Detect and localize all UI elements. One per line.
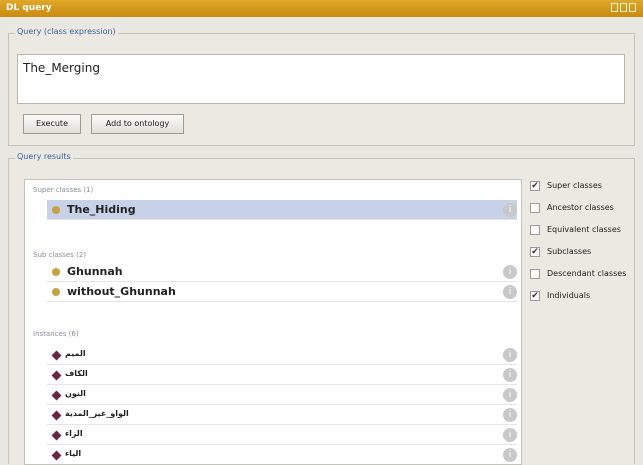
instance-label: الكاف [65, 369, 88, 378]
query-expression-input[interactable]: The_Merging [17, 54, 625, 104]
instance-label: الزاء [65, 429, 83, 438]
instance-diamond-icon [51, 370, 62, 381]
sub-class-label: without_Ghunnah [67, 285, 176, 298]
instance-diamond-icon [51, 430, 62, 441]
info-icon[interactable]: i [503, 368, 517, 382]
instance-diamond-icon [51, 410, 62, 421]
checkbox-checked[interactable]: ✔ [530, 291, 540, 301]
instance-label: النون [65, 389, 86, 398]
instance-label: الميم [65, 349, 86, 358]
info-icon[interactable]: i [503, 265, 517, 279]
checkbox-checked[interactable]: ✔ [530, 247, 540, 257]
results-panel: Query results Super classes (1) The_Hidi… [8, 152, 635, 465]
results-list: Super classes (1) The_Hiding i Sub class… [24, 179, 522, 465]
instance-row[interactable]: الياء i [47, 445, 517, 464]
info-icon[interactable]: i [503, 285, 517, 299]
info-icon[interactable]: i [503, 203, 517, 217]
option-label: Subclasses [547, 247, 592, 256]
info-icon[interactable]: i [503, 348, 517, 362]
checkbox[interactable] [530, 225, 540, 235]
instance-diamond-icon [51, 350, 62, 361]
class-circle-icon [52, 268, 60, 276]
option-label: Descendant classes [547, 269, 627, 278]
sub-class-row[interactable]: Ghunnah i [47, 262, 517, 282]
info-icon[interactable]: i [503, 408, 517, 422]
option-label: Ancestor classes [547, 203, 614, 212]
option-label: Super classes [547, 181, 602, 190]
query-panel-title: Query (class expression) [15, 27, 118, 36]
instances-heading: Instances (6) [33, 330, 79, 338]
checkbox-checked[interactable]: ✔ [530, 181, 540, 191]
maximize-icon[interactable] [620, 3, 627, 12]
window-titlebar: DL query [0, 0, 643, 17]
instance-diamond-icon [51, 390, 62, 401]
instance-diamond-icon [51, 450, 62, 461]
window-controls [611, 3, 637, 13]
class-circle-icon [52, 288, 60, 296]
instance-row[interactable]: الزاء i [47, 425, 517, 445]
info-icon[interactable]: i [503, 428, 517, 442]
info-icon[interactable]: i [503, 448, 517, 462]
option-equivalent-classes[interactable]: Equivalent classes [530, 224, 640, 238]
restore-icon[interactable] [611, 3, 618, 12]
option-label: Individuals [547, 291, 591, 300]
sub-class-label: Ghunnah [67, 265, 123, 278]
option-individuals[interactable]: ✔ Individuals [530, 290, 640, 304]
option-descendant-classes[interactable]: Descendant classes [530, 268, 640, 282]
option-super-classes[interactable]: ✔ Super classes [530, 180, 640, 194]
instance-label: الياء [65, 449, 82, 458]
option-label: Equivalent classes [547, 225, 621, 234]
instance-label: الواو_غير_المدية [65, 409, 129, 418]
instance-row[interactable]: الكاف i [47, 365, 517, 385]
instance-row[interactable]: الميم i [47, 345, 517, 365]
checkbox[interactable] [530, 269, 540, 279]
super-class-label: The_Hiding [67, 203, 136, 216]
info-icon[interactable]: i [503, 388, 517, 402]
execute-button[interactable]: Execute [23, 114, 81, 134]
super-classes-heading: Super classes (1) [33, 186, 94, 194]
instance-row[interactable]: النون i [47, 385, 517, 405]
checkbox[interactable] [530, 203, 540, 213]
instance-row[interactable]: الواو_غير_المدية i [47, 405, 517, 425]
results-panel-title: Query results [15, 152, 73, 161]
query-panel: Query (class expression) The_Merging Exe… [8, 27, 635, 146]
option-subclasses[interactable]: ✔ Subclasses [530, 246, 640, 260]
sub-classes-heading: Sub classes (2) [33, 251, 87, 259]
close-icon[interactable] [629, 3, 636, 12]
sub-class-row[interactable]: without_Ghunnah i [47, 282, 517, 302]
window-title: DL query [6, 3, 52, 13]
class-circle-icon [52, 206, 60, 214]
option-ancestor-classes[interactable]: Ancestor classes [530, 202, 640, 216]
add-to-ontology-button[interactable]: Add to ontology [91, 114, 184, 134]
super-class-row[interactable]: The_Hiding i [47, 200, 517, 220]
